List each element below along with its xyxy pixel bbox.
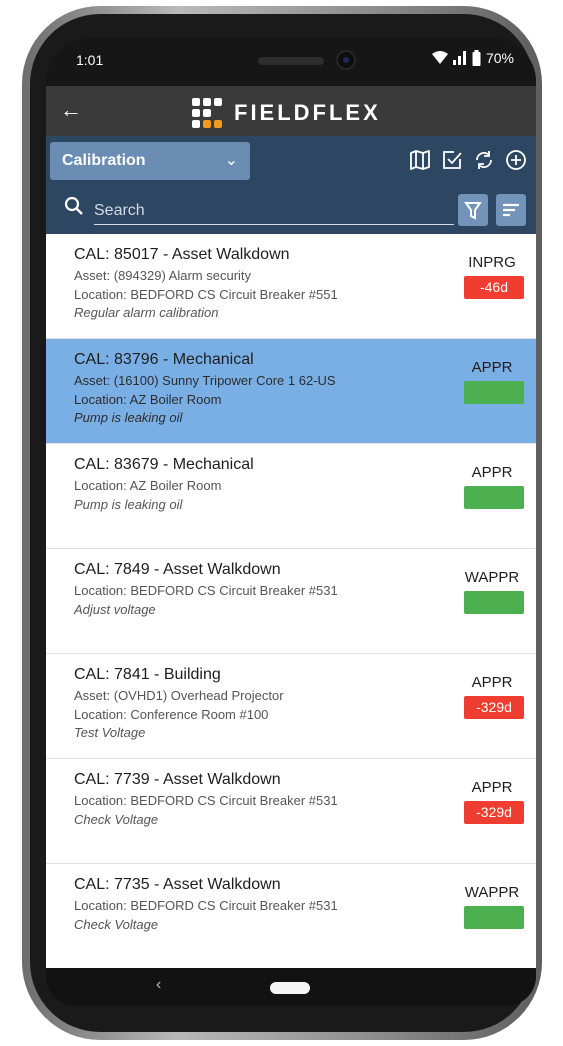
fieldflex-logo-icon [192,98,222,128]
sort-button[interactable] [496,194,526,226]
check-box-icon[interactable] [440,148,464,172]
work-order-description: Adjust voltage [74,601,156,617]
signal-icon [452,51,466,65]
work-order-asset: Asset: (894329) Alarm security [74,268,252,283]
work-order-status: APPR [471,779,513,796]
work-order-row[interactable]: CAL: 83796 - Mechanical Asset: (16100) S… [46,339,536,444]
work-order-title: CAL: 83796 - Mechanical [74,351,254,368]
filter-icon [464,202,482,220]
app-bar: ← FIELDFLEX [46,86,536,136]
due-badge [464,486,524,509]
work-order-row[interactable]: CAL: 85017 - Asset Walkdown Asset: (8943… [46,234,536,339]
due-badge [464,906,524,929]
sync-icon[interactable] [472,148,496,172]
work-order-details: Location: BEDFORD CS Circuit Breaker #53… [74,582,338,619]
work-order-details: Asset: (OVHD1) Overhead Projector Locati… [74,687,284,743]
work-order-description: Check Voltage [74,916,159,932]
due-badge: -329d [464,801,524,824]
work-order-title: CAL: 83679 - Mechanical [74,456,254,473]
work-order-location: Location: BEDFORD CS Circuit Breaker #55… [74,286,338,302]
work-order-location: Location: BEDFORD CS Circuit Breaker #53… [74,898,338,913]
filter-button[interactable] [458,194,488,226]
search-icon [64,196,83,215]
work-order-status: INPRG [468,254,516,271]
work-order-details: Location: BEDFORD CS Circuit Breaker #53… [74,897,338,934]
work-order-row[interactable]: CAL: 7739 - Asset Walkdown Location: BED… [46,759,536,864]
due-badge [464,381,524,404]
work-order-description: Check Voltage [74,811,159,827]
work-order-description: Regular alarm calibration [74,305,219,320]
work-order-description: Pump is leaking oil [74,410,183,425]
work-order-location: Location: AZ Boiler Room [74,391,222,407]
earpiece-speaker [258,57,324,65]
toolbar-actions [408,148,528,172]
work-order-description: Test Voltage [74,725,146,740]
chevron-down-icon: ⌄ [224,152,238,169]
wifi-icon [431,51,448,64]
work-order-row[interactable]: CAL: 7841 - Building Asset: (OVHD1) Over… [46,654,536,759]
sort-icon [503,203,519,217]
front-camera [338,52,354,68]
due-badge: -46d [464,276,524,299]
work-order-title: CAL: 7849 - Asset Walkdown [74,561,281,578]
work-order-details: Asset: (16100) Sunny Tripower Core 1 62-… [74,372,336,428]
work-order-location: Location: BEDFORD CS Circuit Breaker #53… [74,583,338,598]
work-order-row[interactable]: CAL: 7735 - Asset Walkdown Location: BED… [46,864,536,968]
arrow-left-icon[interactable]: ← [60,97,82,123]
work-order-title: CAL: 7841 - Building [74,666,221,683]
status-time: 1:01 [76,52,104,68]
work-order-description: Pump is leaking oil [74,496,183,512]
home-pill-icon[interactable] [270,982,310,994]
work-order-asset: Asset: (16100) Sunny Tripower Core 1 62-… [74,373,336,388]
module-dropdown[interactable]: Calibration ⌄ [50,142,250,180]
work-order-list: CAL: 85017 - Asset Walkdown Asset: (8943… [46,234,536,968]
module-dropdown-value: Calibration [62,152,146,169]
work-order-status: APPR [471,464,513,481]
work-order-location: Location: Conference Room #100 [74,706,269,722]
battery-percent: 70% [485,50,514,66]
work-order-title: CAL: 85017 - Asset Walkdown [74,246,290,263]
due-badge: -329d [464,696,524,719]
search-bar: Search [46,186,536,234]
logo-text: FIELDFLEX [234,100,381,125]
work-order-status: APPR [471,674,513,691]
due-badge [464,591,524,614]
work-order-title: CAL: 7739 - Asset Walkdown [74,771,281,788]
fieldflex-logo: FIELDFLEX [190,96,381,130]
work-order-status: WAPPR [464,884,520,901]
nav-back-icon[interactable]: ‹ [156,976,161,994]
work-order-status: WAPPR [464,569,520,586]
toolbar: Calibration ⌄ [46,136,536,186]
battery-icon [472,50,481,66]
work-order-location: Location: BEDFORD CS Circuit Breaker #53… [74,793,338,808]
work-order-row[interactable]: CAL: 7849 - Asset Walkdown Location: BED… [46,549,536,654]
status-bar: 1:01 70% [46,38,536,86]
work-order-location: Location: AZ Boiler Room [74,478,222,493]
work-order-row[interactable]: CAL: 83679 - Mechanical Location: AZ Boi… [46,444,536,549]
work-order-details: Location: BEDFORD CS Circuit Breaker #53… [74,792,338,829]
system-nav-bar: ‹ [46,968,536,1006]
add-circle-icon[interactable] [504,148,528,172]
work-order-details: Asset: (894329) Alarm security Location:… [74,267,338,323]
work-order-title: CAL: 7735 - Asset Walkdown [74,876,281,893]
work-order-status: APPR [471,359,513,376]
work-order-asset: Asset: (OVHD1) Overhead Projector [74,688,284,703]
search-input[interactable]: Search [94,198,454,225]
work-order-details: Location: AZ Boiler Room Pump is leaking… [74,477,221,514]
status-icons: 70% [431,50,514,66]
map-icon[interactable] [408,148,432,172]
phone-screen: 1:01 70% ← FIELDFLEX Calibration ⌄ Searc… [46,38,536,1006]
